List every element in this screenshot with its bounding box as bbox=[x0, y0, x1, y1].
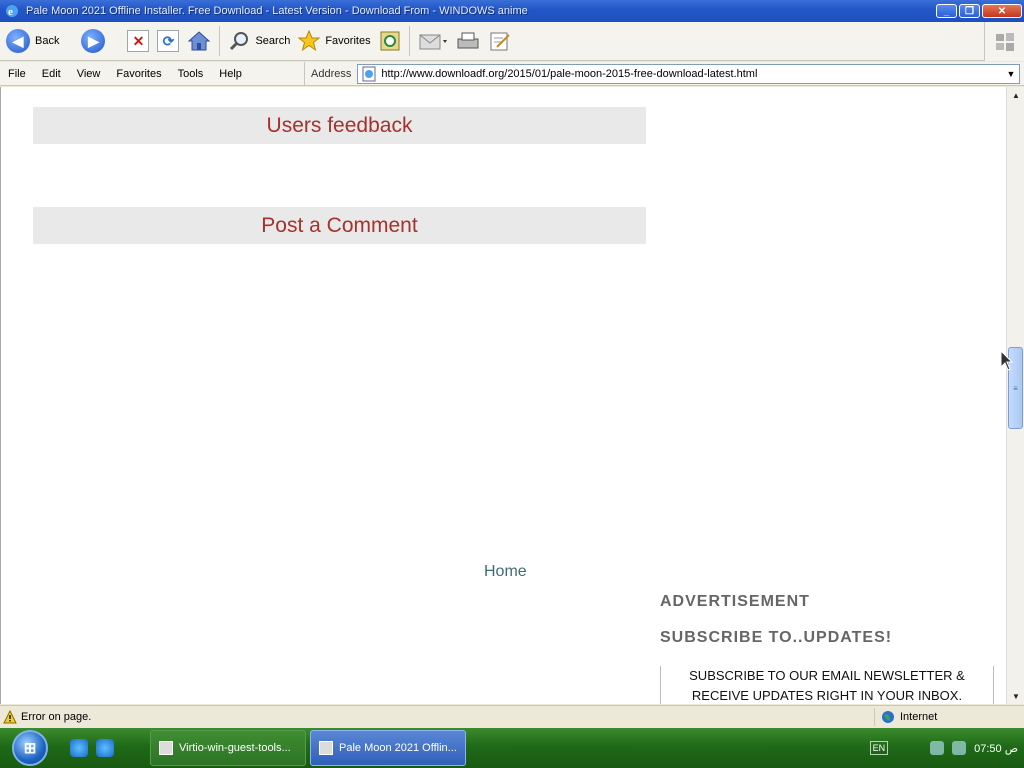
home-button[interactable] bbox=[183, 24, 215, 58]
subscribe-text-line1: SUBSCRIBE TO OUR EMAIL NEWSLETTER & bbox=[689, 668, 965, 683]
grip-icon: ≡ bbox=[1013, 383, 1018, 393]
scroll-up-arrow[interactable]: ▲ bbox=[1007, 87, 1024, 103]
taskbar-item-palemoon[interactable]: Pale Moon 2021 Offlin... bbox=[310, 730, 466, 766]
home-link[interactable]: Home bbox=[484, 563, 527, 581]
menu-bar: File Edit View Favorites Tools Help bbox=[0, 62, 305, 85]
globe-icon bbox=[882, 711, 894, 723]
stop-icon: ✕ bbox=[127, 30, 150, 52]
back-arrow-icon: ◀ bbox=[6, 29, 30, 53]
close-icon: ✕ bbox=[997, 5, 1007, 17]
network-icon[interactable] bbox=[930, 741, 945, 755]
minimize-button[interactable]: _ bbox=[936, 4, 957, 18]
stop-button[interactable]: ✕ bbox=[123, 24, 153, 58]
clock[interactable]: 07:50 ص bbox=[974, 742, 1018, 755]
edit-button[interactable] bbox=[484, 24, 516, 58]
taskbar: ⊞ Virtio-win-guest-tools... Pale Moon 20… bbox=[0, 728, 1024, 768]
subscribe-box: SUBSCRIBE TO OUR EMAIL NEWSLETTER & RECE… bbox=[660, 666, 994, 704]
mail-button[interactable] bbox=[414, 24, 452, 58]
menu-address-row: File Edit View Favorites Tools Help Addr… bbox=[0, 62, 1024, 86]
windows-logo bbox=[984, 22, 1024, 61]
minimize-icon: _ bbox=[943, 5, 950, 17]
status-message[interactable]: Error on page. bbox=[21, 711, 91, 723]
mail-icon bbox=[419, 34, 447, 50]
installer-icon bbox=[159, 741, 173, 755]
task-label: Pale Moon 2021 Offlin... bbox=[339, 742, 457, 754]
forward-arrow-icon: ▶ bbox=[81, 29, 106, 53]
address-dropdown-button[interactable]: ▼ bbox=[1003, 65, 1019, 83]
menu-file[interactable]: File bbox=[0, 68, 34, 80]
window-title: Pale Moon 2021 Offline Installer. Free D… bbox=[26, 5, 528, 17]
address-label: Address bbox=[311, 67, 352, 80]
subscribe-text-line2: RECEIVE UPDATES RIGHT IN YOUR INBOX. bbox=[691, 688, 963, 703]
maximize-button[interactable]: ❐ bbox=[959, 4, 980, 18]
chevron-up-icon: ▲ bbox=[1012, 90, 1020, 100]
menu-help[interactable]: Help bbox=[211, 68, 250, 80]
scroll-down-arrow[interactable]: ▼ bbox=[1007, 688, 1024, 704]
mouse-cursor-icon bbox=[1000, 350, 1014, 371]
task-label: Virtio-win-guest-tools... bbox=[179, 742, 291, 754]
star-icon bbox=[298, 30, 321, 52]
favorites-button[interactable]: Favorites bbox=[294, 24, 374, 58]
history-button[interactable] bbox=[375, 24, 405, 58]
restore-icon: ❐ bbox=[965, 5, 974, 17]
search-button[interactable]: Search bbox=[224, 24, 294, 58]
vertical-scrollbar[interactable]: ▲ ≡ ▼ bbox=[1006, 87, 1024, 704]
windows-orb-icon: ⊞ bbox=[12, 730, 48, 766]
status-bar: Error on page. Internet bbox=[0, 705, 1024, 728]
language-indicator[interactable]: EN bbox=[869, 741, 889, 755]
page-icon bbox=[362, 66, 376, 81]
post-comment-header: Post a Comment bbox=[33, 207, 646, 244]
refresh-button[interactable]: ⟳ bbox=[153, 24, 183, 58]
ie-alt-quicklaunch-icon[interactable] bbox=[96, 739, 114, 757]
back-button[interactable]: ◀ Back bbox=[2, 24, 63, 58]
home-icon bbox=[188, 31, 211, 51]
svg-text:e: e bbox=[8, 6, 13, 18]
back-label: Back bbox=[35, 35, 60, 47]
refresh-icon: ⟳ bbox=[157, 30, 180, 52]
print-button[interactable] bbox=[452, 24, 484, 58]
subscribe-heading: SUBSCRIBE TO..UPDATES! bbox=[660, 629, 893, 646]
menu-favorites[interactable]: Favorites bbox=[108, 68, 169, 80]
history-icon bbox=[380, 31, 400, 51]
security-zone: Internet bbox=[874, 708, 1024, 726]
ie-quicklaunch-icon[interactable] bbox=[70, 739, 88, 757]
users-feedback-header: Users feedback bbox=[33, 107, 646, 144]
edit-page-icon bbox=[490, 32, 510, 51]
taskbar-item-virtio[interactable]: Virtio-win-guest-tools... bbox=[150, 730, 306, 766]
menu-view[interactable]: View bbox=[69, 68, 109, 80]
address-bar[interactable]: http://www.downloadf.org/2015/01/pale-mo… bbox=[357, 63, 1020, 84]
menu-edit[interactable]: Edit bbox=[34, 68, 69, 80]
browser-toolbar: ◀ Back ▶ ✕ ⟳ Search Favorites bbox=[0, 22, 1024, 61]
toolbar-separator bbox=[219, 26, 221, 56]
toolbar-separator bbox=[408, 26, 410, 56]
menu-tools[interactable]: Tools bbox=[170, 68, 212, 80]
page-content: Users feedback Post a Comment Home ADVER… bbox=[0, 87, 1006, 704]
browser-page-icon bbox=[319, 741, 333, 755]
search-label: Search bbox=[255, 35, 291, 47]
search-icon bbox=[230, 32, 249, 51]
title-bar: e Pale Moon 2021 Offline Installer. Free… bbox=[0, 0, 1024, 22]
zone-label: Internet bbox=[900, 711, 938, 723]
printer-icon bbox=[457, 32, 479, 49]
advertisement-heading: ADVERTISEMENT bbox=[660, 593, 810, 610]
system-tray: EN 07:50 ص bbox=[869, 741, 1024, 755]
windows-flag-icon bbox=[995, 32, 1014, 51]
quick-launch bbox=[70, 739, 150, 757]
chevron-down-icon: ▼ bbox=[1006, 68, 1016, 79]
address-url[interactable]: http://www.downloadf.org/2015/01/pale-mo… bbox=[381, 68, 1003, 80]
favorites-label: Favorites bbox=[325, 35, 371, 47]
warning-icon[interactable] bbox=[3, 710, 17, 724]
close-button[interactable]: ✕ bbox=[982, 4, 1022, 18]
volume-icon[interactable] bbox=[952, 741, 967, 755]
start-button[interactable]: ⊞ bbox=[0, 728, 60, 768]
chevron-down-icon: ▼ bbox=[1012, 691, 1020, 701]
internet-explorer-icon: e bbox=[6, 5, 18, 18]
forward-button[interactable]: ▶ bbox=[77, 24, 109, 58]
